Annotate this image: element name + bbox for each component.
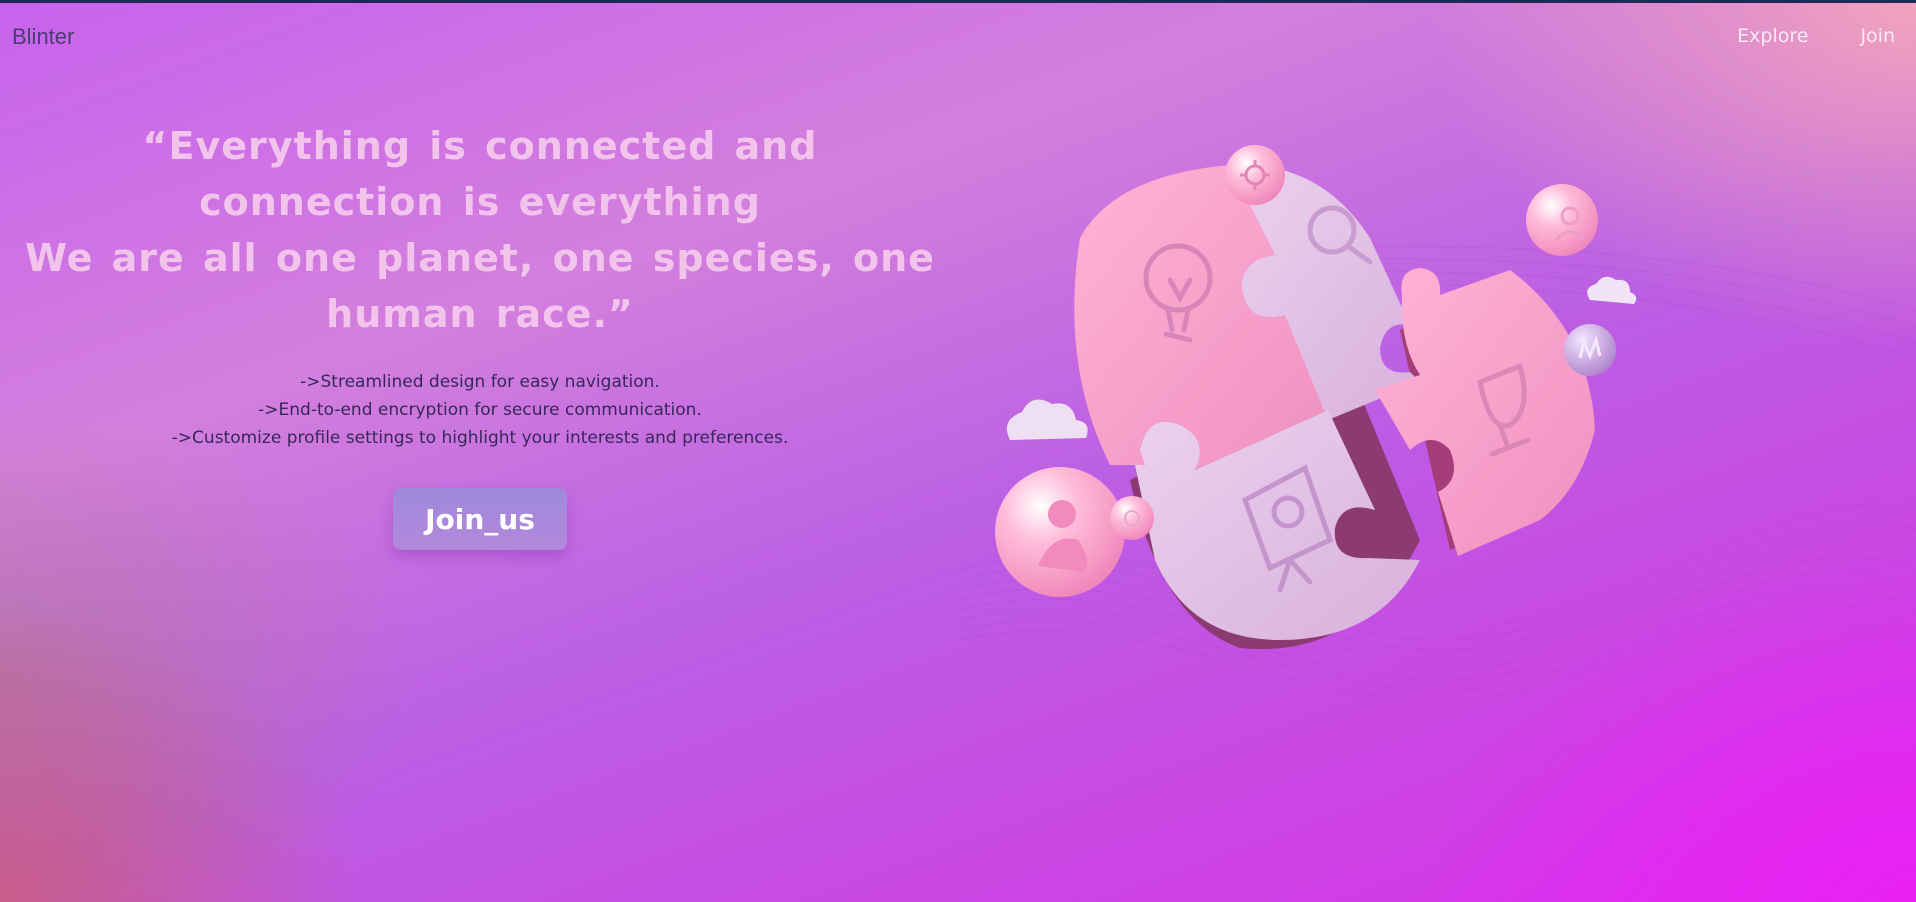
orb-user [1526, 184, 1598, 256]
nav-links: Explore Join [1737, 25, 1895, 47]
orb-small [1110, 496, 1154, 540]
quote-line-2: We are all one planet, one species, one … [25, 236, 935, 336]
nav-link-explore[interactable]: Explore [1737, 25, 1808, 47]
nav-link-join[interactable]: Join [1860, 25, 1895, 47]
hero-quote: “Everything is connected and connection … [20, 118, 940, 342]
navbar: Blinter Explore Join [0, 3, 1916, 69]
quote-line-1: “Everything is connected and connection … [142, 124, 818, 224]
brand-logo[interactable]: Blinter [12, 24, 74, 50]
feature-item: ->Customize profile settings to highligh… [171, 428, 789, 448]
join-us-button[interactable]: Join_us [393, 488, 567, 550]
orb-settings [1225, 145, 1285, 205]
feature-item: ->End-to-end encryption for secure commu… [258, 400, 702, 420]
puzzle-illustration [995, 145, 1637, 650]
orb-chart [1564, 324, 1616, 376]
orb-person-large [995, 467, 1125, 597]
feature-list: ->Streamlined design for easy navigation… [0, 368, 960, 452]
feature-item: ->Streamlined design for easy navigation… [300, 372, 660, 392]
hero-section: “Everything is connected and connection … [0, 118, 960, 550]
